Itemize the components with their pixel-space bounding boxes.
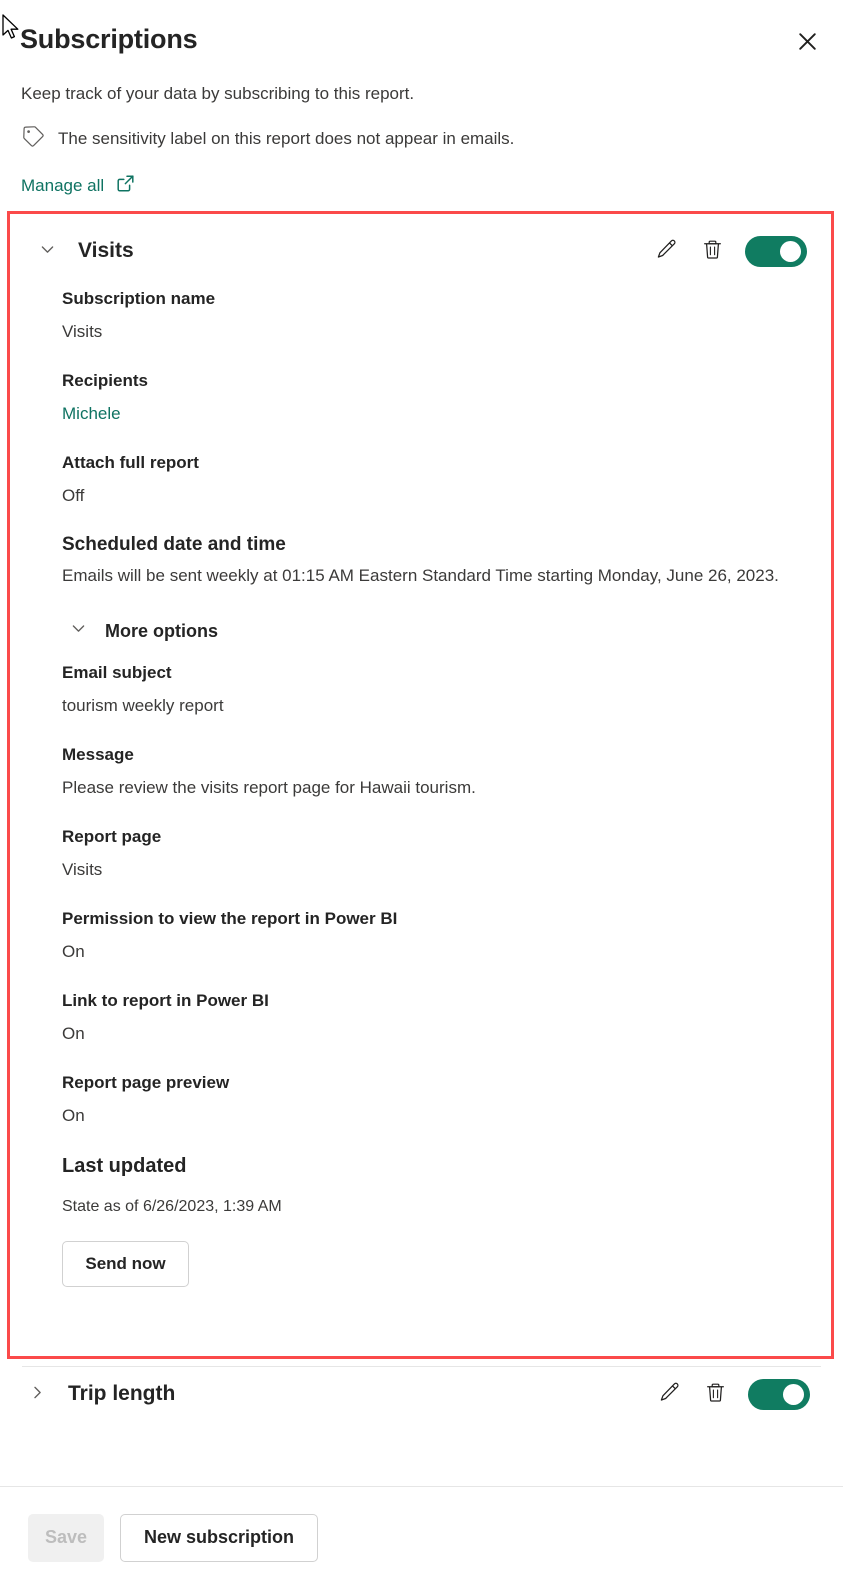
trash-icon [704,1381,727,1407]
subscription-actions [656,1378,810,1410]
toggle-knob [780,240,801,262]
manage-all-link[interactable]: Manage all [21,174,135,198]
open-in-new-icon [116,174,135,198]
field-permission-to-view: Permission to view the report in Power B… [62,908,797,964]
chevron-right-icon [29,1384,46,1404]
subscription-name-value: Visits [62,322,103,341]
close-icon [798,32,817,51]
manage-all-label: Manage all [21,176,105,195]
sensitivity-note-text: The sensitivity label on this report doe… [58,129,515,148]
recipients-label: Recipients [62,371,148,390]
field-email-subject: Email subject tourism weekly report [62,662,797,718]
subscription-title: Visits [78,239,134,262]
permission-to-view-value: On [62,942,85,961]
message-value: Please review the visits report page for… [62,778,476,797]
title-row: Subscriptions [20,0,823,57]
report-page-preview-label: Report page preview [62,1073,230,1092]
tag-icon [21,124,46,154]
trash-icon [701,238,724,264]
field-link-to-report: Link to report in Power BI On [62,990,797,1046]
subscription-header-trip-length[interactable]: Trip length [9,1368,834,1420]
report-page-value: Visits [62,860,103,879]
new-subscription-button[interactable]: New subscription [120,1513,318,1562]
field-subscription-name: Subscription name Visits [62,288,797,344]
chevron-down-icon [39,241,56,261]
edit-subscription-button[interactable] [653,238,679,264]
panel-subtitle: Keep track of your data by subscribing t… [21,84,415,103]
field-attach-full-report: Attach full report Off [62,452,797,508]
edit-subscription-button[interactable] [656,1381,682,1407]
scheduled-date-time-label: Scheduled date and time [62,534,286,555]
subscription-actions [653,235,807,267]
toggle-knob [783,1383,804,1405]
pencil-icon [658,1381,681,1407]
page-title: Subscriptions [20,24,198,54]
delete-subscription-button[interactable] [699,238,725,264]
email-subject-value: tourism weekly report [62,696,224,715]
close-button[interactable] [791,25,823,57]
subscription-enabled-toggle[interactable] [745,235,807,267]
expand-collapse-toggle-visits[interactable] [34,238,60,264]
save-button[interactable]: Save [28,1513,104,1562]
field-report-page-preview: Report page preview On [62,1072,797,1128]
panel-footer: Save New subscription [0,1486,843,1588]
attach-full-report-label: Attach full report [62,453,199,472]
report-page-preview-value: On [62,1106,85,1125]
subscription-title: Trip length [68,1382,176,1405]
list-divider [22,1366,821,1367]
pencil-icon [655,238,678,264]
field-scheduled-date-time: Scheduled date and time Emails will be s… [62,534,797,590]
field-last-updated: Last updated State as of 6/26/2023, 1:39… [62,1154,797,1217]
recipients-value[interactable]: Michele [62,402,797,426]
permission-to-view-label: Permission to view the report in Power B… [62,909,398,928]
field-report-page: Report page Visits [62,826,797,882]
last-updated-value: State as of 6/26/2023, 1:39 AM [62,1198,282,1215]
field-message: Message Please review the visits report … [62,744,797,800]
link-to-report-value: On [62,1024,85,1043]
scheduled-date-time-value: Emails will be sent weekly at 01:15 AM E… [62,566,779,585]
link-to-report-label: Link to report in Power BI [62,991,269,1010]
last-updated-label: Last updated [62,1155,187,1177]
subscription-card-visits: Visits Subscription name Visits Recipien… [7,211,834,1359]
subscription-name-label: Subscription name [62,289,216,308]
chevron-down-icon [70,620,87,642]
subscription-enabled-toggle[interactable] [748,1378,810,1410]
more-options-label: More options [105,620,218,641]
more-options-toggle[interactable]: More options [70,620,218,642]
send-now-button[interactable]: Send now [62,1241,189,1287]
sensitivity-note-row: The sensitivity label on this report doe… [21,124,823,154]
expand-collapse-toggle-trip-length[interactable] [24,1381,50,1407]
message-label: Message [62,745,134,764]
field-recipients: Recipients Michele [62,370,797,426]
email-subject-label: Email subject [62,663,172,682]
panel-header: Subscriptions Keep track of your data by… [0,0,843,211]
subscription-header-visits[interactable]: Visits [32,214,807,288]
delete-subscription-button[interactable] [702,1381,728,1407]
attach-full-report-value: Off [62,486,85,505]
subscription-details: Subscription name Visits Recipients Mich… [32,288,807,1287]
report-page-label: Report page [62,827,162,846]
